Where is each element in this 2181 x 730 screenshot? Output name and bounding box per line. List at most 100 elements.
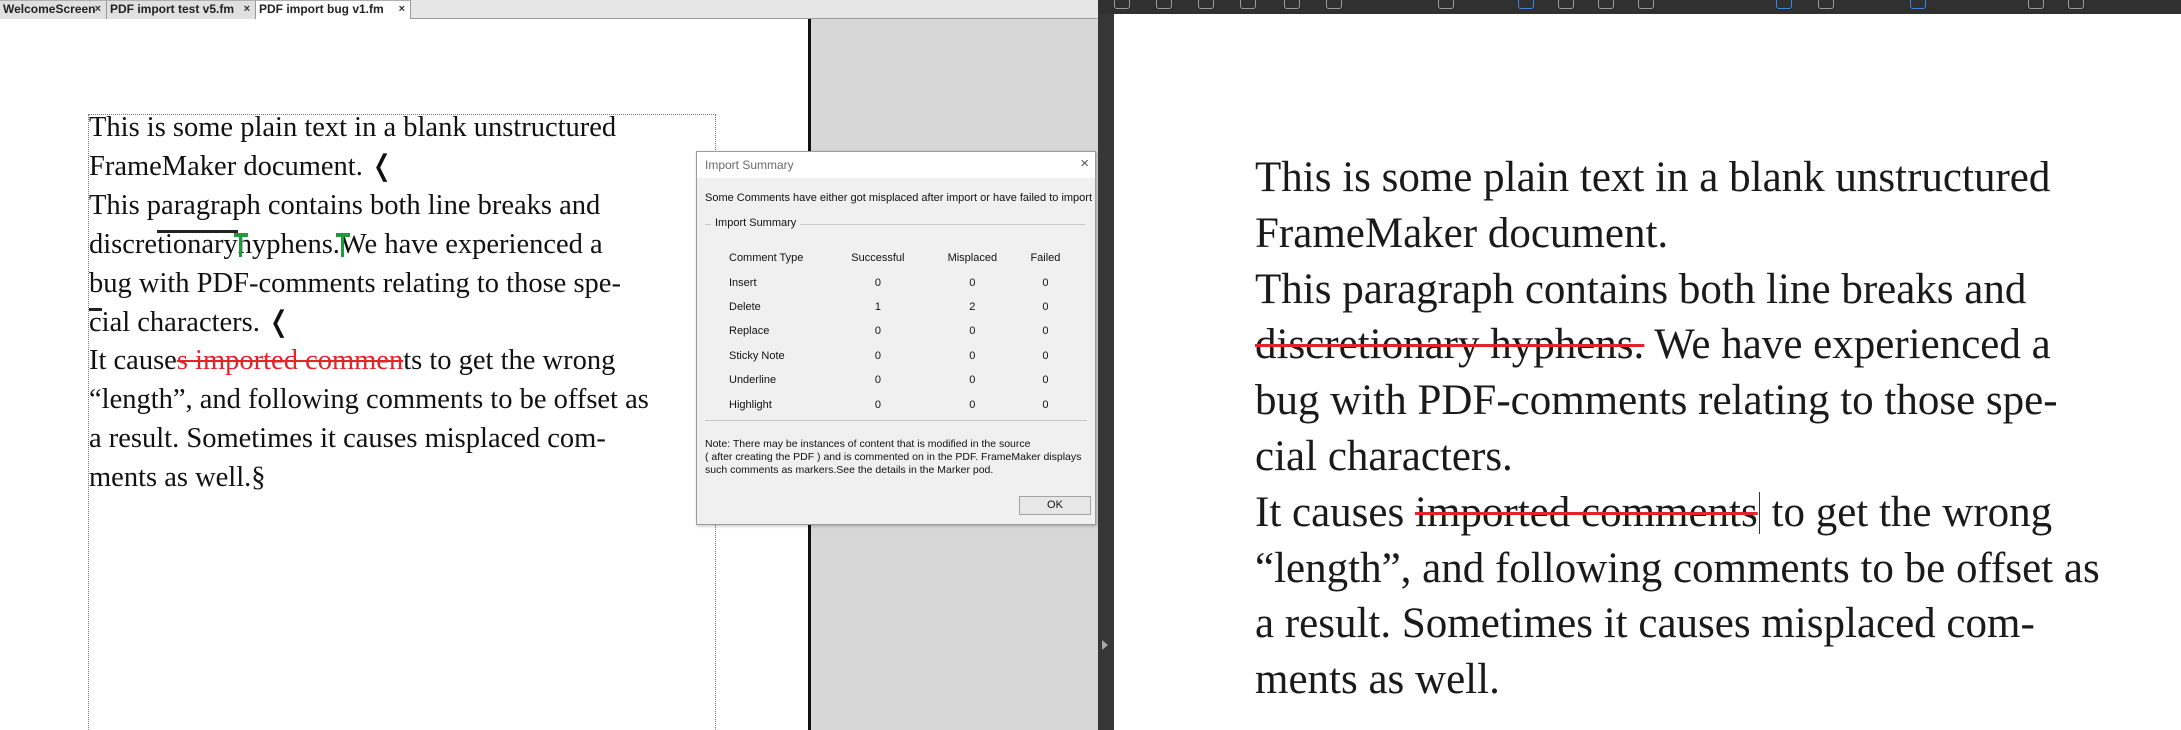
tracked-deletion[interactable]: s imported commen [177, 345, 403, 376]
column-header: Failed [1030, 252, 1061, 265]
table-row: Underline 0 0 0 [729, 368, 1073, 392]
note-line: such comments as markers.See the details… [705, 464, 994, 476]
zoom-icon[interactable] [1240, 0, 1256, 9]
text-line: ments as well. [1255, 656, 1500, 704]
table-header-row: Comment Type Successful Misplaced Failed [729, 246, 1073, 270]
text-line: This is some plain text in a blank unstr… [89, 112, 617, 143]
cell-failed: 0 [1042, 374, 1049, 387]
document-text[interactable]: This is some plain text in a blank unstr… [89, 109, 729, 498]
cell-misplaced: 2 [969, 300, 976, 313]
line-break-symbol: ❬ [369, 150, 394, 182]
find-icon[interactable] [1438, 0, 1454, 9]
sign-icon[interactable] [2068, 0, 2084, 9]
cell-misplaced: 0 [969, 374, 976, 387]
hand-tool-icon[interactable] [1558, 0, 1574, 9]
print-icon[interactable] [1198, 0, 1214, 9]
cell-failed: 0 [1042, 349, 1049, 362]
group-label: Import Summary [711, 217, 801, 229]
dialog-note: Note: There may be instances of content … [705, 438, 1095, 477]
cell-misplaced: 0 [969, 398, 976, 411]
next-page-icon[interactable] [1326, 0, 1342, 9]
select-tool-icon[interactable] [1518, 0, 1534, 9]
fit-page-icon[interactable] [1776, 0, 1792, 9]
cell-type: Replace [729, 325, 770, 338]
text-line: This is some plain text in a blank unstr… [1255, 154, 2051, 201]
dialog-titlebar[interactable]: Import Summary × [697, 152, 1095, 178]
home-icon[interactable] [1114, 0, 1130, 9]
note-line: Note: There may be instances of content … [705, 438, 1031, 450]
scroll-icon[interactable] [1910, 0, 1926, 9]
tab-label: PDF import bug v1.fm [259, 2, 384, 16]
line-break-symbol: ❬ [267, 306, 291, 338]
text-line: “length”, and following comments to be o… [89, 384, 649, 416]
text-line: bug with PDF-comments relating to those … [89, 267, 621, 299]
table-row: Replace 0 0 0 [729, 319, 1073, 343]
ok-button[interactable]: OK [1019, 496, 1091, 515]
cell-failed: 0 [1042, 325, 1049, 338]
cell-type: Underline [729, 374, 777, 387]
column-header: Successful [851, 252, 905, 265]
tab-pdf-import-test[interactable]: PDF import test v5.fm × [107, 0, 256, 19]
cell-failed: 0 [1042, 300, 1049, 313]
comment-marker[interactable]: tionary [157, 229, 238, 260]
tab-label: PDF import test v5.fm [110, 2, 235, 16]
tab-welcome-screen[interactable]: WelcomeScreen × [0, 0, 107, 19]
divider [705, 420, 1087, 421]
strikethrough-comment[interactable]: imported comments [1415, 489, 1758, 536]
text-line: “length”, and following comments to be o… [1255, 544, 2100, 592]
expand-arrow-icon[interactable] [1102, 640, 1108, 650]
close-icon[interactable]: × [1080, 155, 1089, 172]
tab-close-icon[interactable]: × [95, 1, 101, 18]
pane-divider[interactable] [1098, 0, 1114, 730]
text-line: This paragraph contains both line breaks… [1255, 265, 2027, 313]
cell-type: Sticky Note [729, 349, 785, 362]
table-row: Insert 0 0 0 [729, 270, 1073, 294]
text-line: a result. Sometimes it causes misplaced … [89, 423, 606, 455]
cell-successful: 0 [874, 374, 881, 387]
cell-successful: 0 [874, 349, 881, 362]
table-row: Delete 1 2 0 [729, 295, 1073, 319]
rotate-icon[interactable] [1818, 0, 1834, 9]
text-line: bug with PDF-comments relating to those … [1255, 377, 2058, 425]
table-row: Highlight 0 0 0 [729, 392, 1073, 416]
table-row: Sticky Note 0 0 0 [729, 344, 1073, 368]
text-line: FrameMaker document. [1255, 209, 1669, 257]
cell-successful: 0 [874, 276, 881, 289]
text-line: discretionaryhyphens.We have experienced… [89, 228, 603, 260]
cell-misplaced: 0 [969, 325, 976, 338]
text-line: a result. Sometimes it causes misplaced … [1255, 600, 2035, 648]
paragraph-end-symbol: § [251, 462, 266, 494]
cell-successful: 1 [874, 300, 881, 313]
cell-misplaced: 0 [969, 349, 976, 362]
comment-icon[interactable] [2028, 0, 2044, 9]
tab-close-icon[interactable]: × [399, 1, 405, 18]
column-header: Misplaced [947, 252, 998, 265]
cell-failed: 0 [1042, 276, 1049, 289]
tab-label: WelcomeScreen [3, 2, 96, 16]
upload-icon[interactable] [1156, 0, 1172, 9]
zoom-out-icon[interactable] [1598, 0, 1614, 9]
column-header: Comment Type [729, 252, 804, 265]
cell-misplaced: 0 [969, 276, 976, 289]
import-summary-dialog: Import Summary × Some Comments have eith… [696, 151, 1096, 525]
strikethrough-comment[interactable]: discretionary hyphens. [1255, 321, 1644, 368]
tab-pdf-import-bug[interactable]: PDF import bug v1.fm × [256, 0, 411, 20]
text-line: FrameMaker document. ❬ [89, 150, 394, 182]
summary-table: Comment Type Successful Misplaced Failed… [729, 246, 1073, 417]
zoom-in-icon[interactable] [1638, 0, 1654, 9]
cell-successful: 0 [874, 325, 881, 338]
prev-page-icon[interactable] [1284, 0, 1300, 9]
tab-close-icon[interactable]: × [244, 1, 250, 18]
cell-successful: 0 [874, 398, 881, 411]
text-line: It causes imported comments to get the w… [1255, 488, 2053, 536]
text-line: This paragraph contains both line breaks… [89, 189, 601, 221]
text-line: It causes imported comments to get the w… [89, 345, 616, 377]
comment-marker[interactable]: c [89, 307, 102, 338]
dialog-title: Import Summary [705, 158, 794, 172]
pdf-text[interactable]: This is some plain text in a blank unstr… [1255, 150, 2100, 708]
text-cursor [1758, 491, 1760, 534]
cell-type: Insert [729, 276, 757, 289]
cell-failed: 0 [1042, 398, 1049, 411]
text-line: discretionary hyphens. We have experienc… [1255, 321, 2051, 369]
document-tab-bar: WelcomeScreen × PDF import test v5.fm × … [0, 0, 1098, 20]
